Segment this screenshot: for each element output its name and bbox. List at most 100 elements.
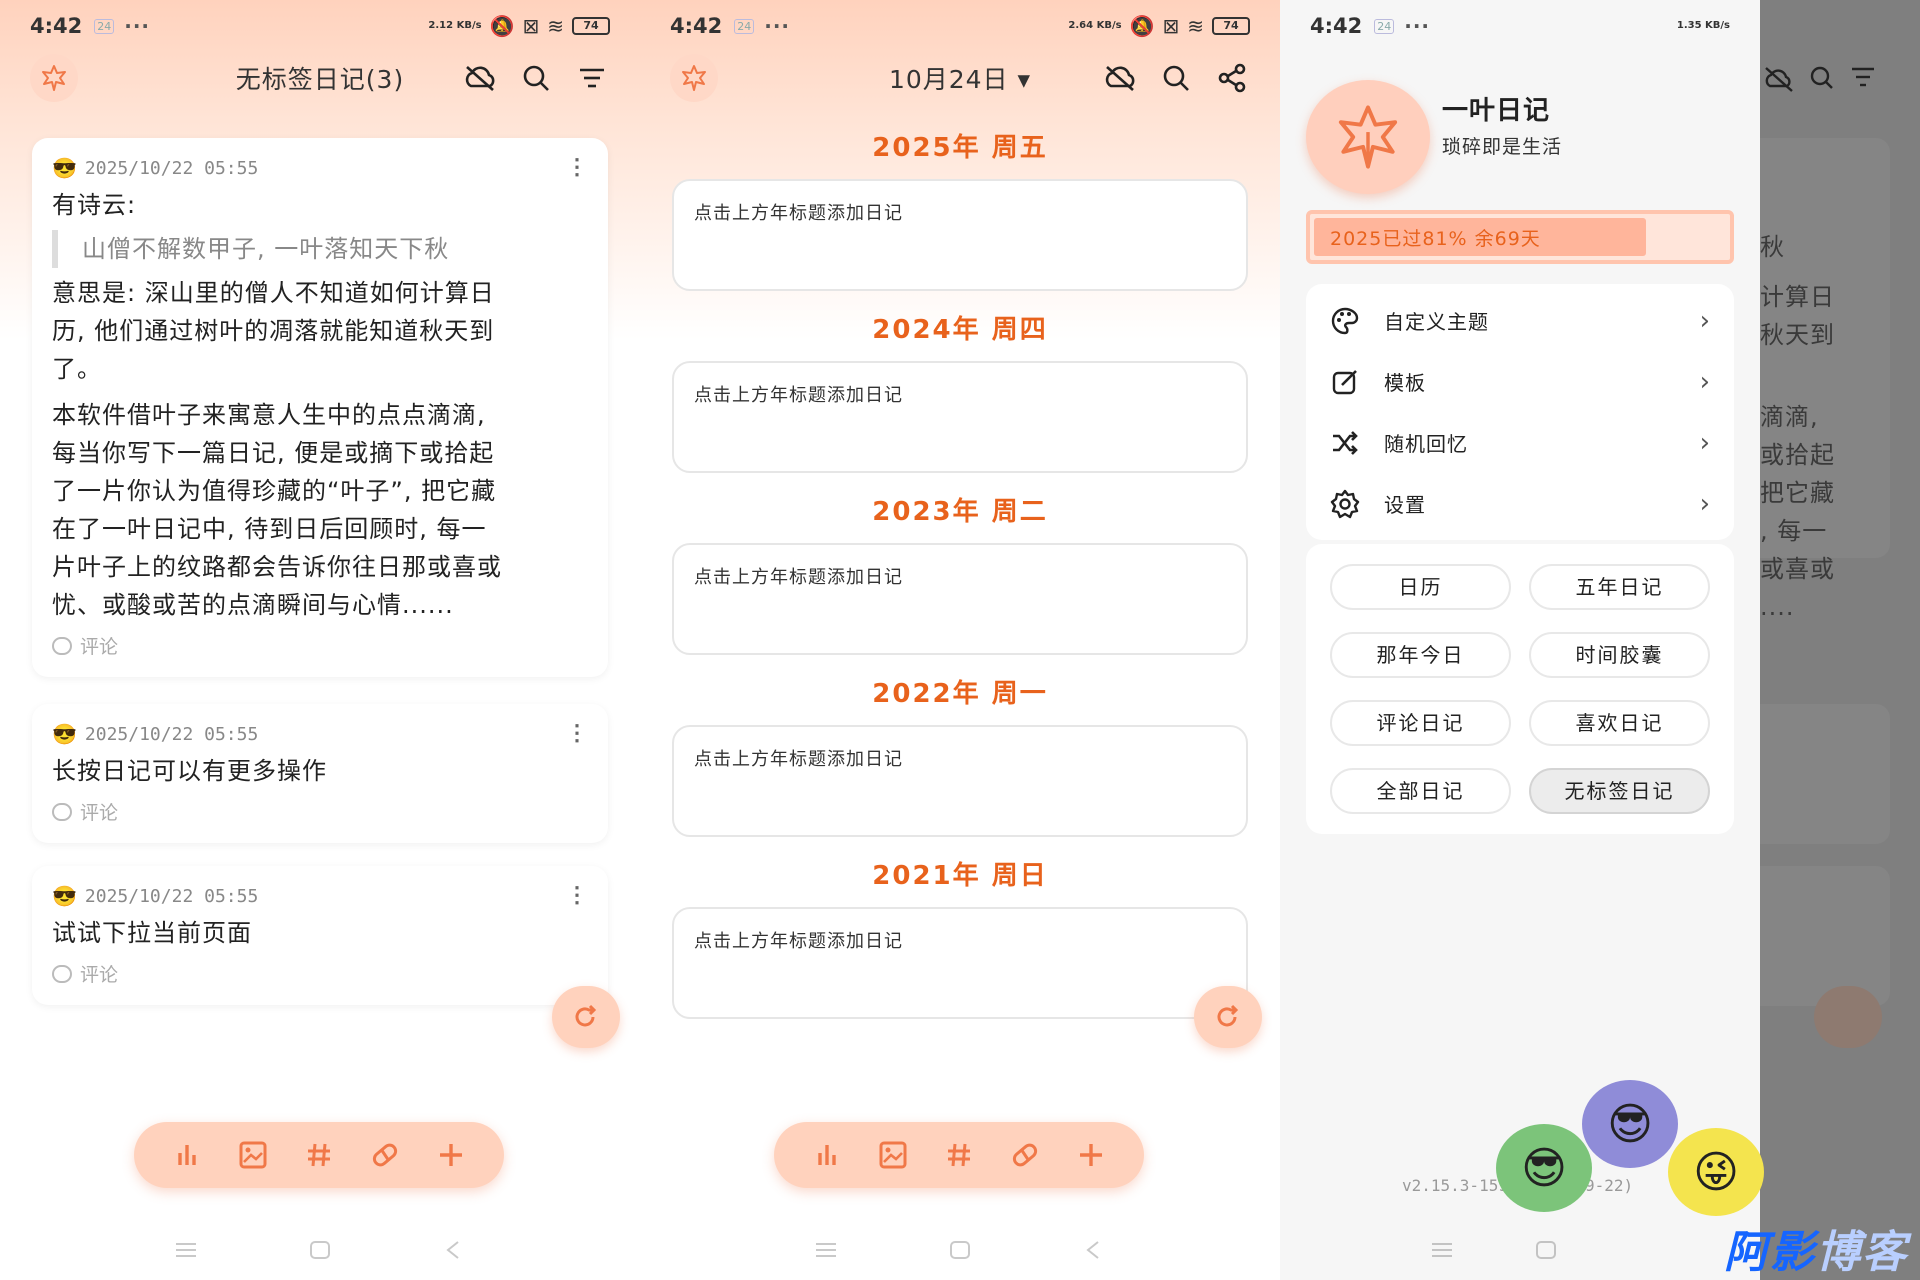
year-title[interactable]: 2025年 周五 bbox=[640, 127, 1280, 164]
background-card bbox=[1760, 704, 1890, 844]
menu-nav-icon[interactable] bbox=[174, 1240, 198, 1260]
menu-nav-icon[interactable] bbox=[814, 1240, 838, 1260]
year-title[interactable]: 2022年 周一 bbox=[640, 673, 1280, 710]
menu-item-label: 模板 bbox=[1384, 371, 1426, 395]
year-title[interactable]: 2024年 周四 bbox=[640, 309, 1280, 346]
year-entry-box[interactable]: 点击上方年标题添加日记 bbox=[672, 179, 1248, 291]
leaf-logo-icon[interactable] bbox=[30, 54, 78, 102]
mute-icon: 🔕 bbox=[489, 14, 515, 38]
leaf-logo-icon[interactable] bbox=[670, 54, 718, 102]
cool-face-icon: 😎 bbox=[52, 884, 77, 908]
comment-label: 评论 bbox=[80, 802, 119, 824]
more-vert-icon[interactable]: ⋮ bbox=[566, 157, 588, 179]
more-notifications-icon: ··· bbox=[1404, 14, 1431, 38]
chip-commented-diaries[interactable]: 评论日记 bbox=[1330, 700, 1511, 746]
menu-item-random-memory[interactable]: 随机回忆 › bbox=[1306, 412, 1734, 473]
menu-item-custom-theme[interactable]: 自定义主题 › bbox=[1306, 290, 1734, 351]
year-title[interactable]: 2021年 周日 bbox=[640, 855, 1280, 892]
system-nav-bar bbox=[0, 1240, 640, 1260]
year-entry-box[interactable]: 点击上方年标题添加日记 bbox=[672, 907, 1248, 1019]
mute-icon: 🔕 bbox=[1129, 14, 1155, 38]
comment-button[interactable]: 评论 bbox=[52, 798, 588, 825]
pill-icon[interactable] bbox=[367, 1137, 403, 1173]
battery-icon: 74 bbox=[572, 17, 610, 35]
diary-card[interactable]: 😎 2025/10/22 05:55 ⋮ 试试下拉当前页面 评论 bbox=[32, 866, 608, 1005]
network-speed: 2.64 KB/s bbox=[1068, 20, 1122, 31]
emoji-bubble-sunglasses[interactable]: 😎 bbox=[1582, 1080, 1678, 1168]
menu-nav-icon[interactable] bbox=[1430, 1240, 1454, 1260]
system-nav-bar bbox=[640, 1240, 1280, 1260]
image-icon[interactable] bbox=[875, 1137, 911, 1173]
wifi-icon: ≋ bbox=[1187, 14, 1204, 38]
chip-all-diaries[interactable]: 全部日记 bbox=[1330, 768, 1511, 814]
no-sim-icon: ⊠ bbox=[1162, 14, 1180, 38]
filter-icon[interactable] bbox=[574, 60, 610, 96]
network-speed: 1.35 KB/s bbox=[1676, 20, 1730, 31]
back-nav-icon[interactable] bbox=[1082, 1240, 1106, 1260]
chip-five-year-diary[interactable]: 五年日记 bbox=[1529, 564, 1710, 610]
image-icon[interactable] bbox=[235, 1137, 271, 1173]
menu-item-settings[interactable]: 设置 › bbox=[1306, 473, 1734, 534]
scrim-overlay[interactable]: 秋 计算日 秋天到 滴滴, 或拾起 把它藏 , 每一 或喜或 .... bbox=[1760, 0, 1920, 1280]
leaf-logo-icon bbox=[1338, 105, 1398, 169]
diary-text: 长按日记可以有更多操作 bbox=[52, 757, 327, 785]
chip-on-this-day[interactable]: 那年今日 bbox=[1330, 632, 1511, 678]
comment-icon bbox=[52, 802, 72, 821]
search-icon[interactable] bbox=[518, 60, 554, 96]
chip-untagged-diaries[interactable]: 无标签日记 bbox=[1529, 768, 1710, 814]
comment-button[interactable]: 评论 bbox=[52, 632, 588, 659]
chip-liked-diaries[interactable]: 喜欢日记 bbox=[1529, 700, 1710, 746]
chevron-right-icon: › bbox=[1699, 305, 1710, 336]
search-icon[interactable] bbox=[1158, 60, 1194, 96]
battery-icon: 74 bbox=[1212, 17, 1250, 35]
palette-icon bbox=[1331, 307, 1359, 334]
cloud-off-icon[interactable] bbox=[1102, 60, 1138, 96]
menu-item-template[interactable]: 模板 › bbox=[1306, 351, 1734, 412]
diary-date: 2025/10/22 05:55 bbox=[84, 885, 259, 907]
home-nav-icon[interactable] bbox=[308, 1240, 332, 1260]
diary-text: 每当你写下一篇日记, 便是或摘下或拾起 bbox=[52, 439, 495, 467]
stats-icon[interactable] bbox=[809, 1137, 845, 1173]
back-nav-icon[interactable] bbox=[442, 1240, 466, 1260]
chip-time-capsule[interactable]: 时间胶囊 bbox=[1529, 632, 1710, 678]
cloud-off-icon[interactable] bbox=[462, 60, 498, 96]
redo-button[interactable] bbox=[552, 986, 620, 1048]
quick-links: 日历 五年日记 那年今日 时间胶囊 评论日记 喜欢日记 全部日记 无标签日记 bbox=[1306, 544, 1734, 834]
diary-text: 本软件借叶子来寓意人生中的点点滴滴, bbox=[52, 401, 486, 429]
year-entry-box[interactable]: 点击上方年标题添加日记 bbox=[672, 725, 1248, 837]
diary-card[interactable]: 😎 2025/10/22 05:55 ⋮ 有诗云: 山僧不解数甲子, 一叶落知天… bbox=[32, 138, 608, 677]
home-nav-icon[interactable] bbox=[1534, 1240, 1558, 1260]
status-time: 4:42 bbox=[1310, 14, 1363, 38]
comment-button[interactable]: 评论 bbox=[52, 960, 588, 987]
profile-avatar[interactable] bbox=[1306, 80, 1430, 194]
add-icon[interactable] bbox=[1073, 1137, 1109, 1173]
year-entry-box[interactable]: 点击上方年标题添加日记 bbox=[672, 543, 1248, 655]
status-time: 4:42 bbox=[670, 14, 723, 38]
more-notifications-icon: ··· bbox=[124, 14, 151, 38]
date-dropdown[interactable]: 10月24日 ▾ bbox=[889, 65, 1031, 94]
redo-button[interactable] bbox=[1194, 986, 1262, 1048]
stats-icon[interactable] bbox=[169, 1137, 205, 1173]
emoji-bubble-cool[interactable]: 😎 bbox=[1496, 1124, 1592, 1212]
hashtag-icon[interactable] bbox=[941, 1137, 977, 1173]
chip-calendar[interactable]: 日历 bbox=[1330, 564, 1511, 610]
home-nav-icon[interactable] bbox=[948, 1240, 972, 1260]
background-text: 或拾起 bbox=[1760, 441, 1835, 469]
hashtag-icon[interactable] bbox=[301, 1137, 337, 1173]
background-text: 把它藏 bbox=[1760, 479, 1835, 507]
comment-label: 评论 bbox=[80, 636, 119, 658]
chevron-right-icon: › bbox=[1699, 427, 1710, 458]
status-bar: 4:42 24 ··· 2.64 KB/s 🔕 ⊠ ≋ 74 bbox=[640, 0, 1280, 52]
more-vert-icon[interactable]: ⋮ bbox=[566, 723, 588, 745]
share-icon[interactable] bbox=[1214, 60, 1250, 96]
emoji-bubble-wink[interactable]: 😜 bbox=[1668, 1128, 1764, 1216]
diary-text: 意思是: 深山里的僧人不知道如何计算日 bbox=[52, 279, 495, 307]
pill-icon[interactable] bbox=[1007, 1137, 1043, 1173]
year-title[interactable]: 2023年 周二 bbox=[640, 491, 1280, 528]
add-icon[interactable] bbox=[433, 1137, 469, 1173]
more-vert-icon[interactable]: ⋮ bbox=[566, 885, 588, 907]
more-notifications-icon: ··· bbox=[764, 14, 791, 38]
diary-card[interactable]: 😎 2025/10/22 05:55 ⋮ 长按日记可以有更多操作 评论 bbox=[32, 704, 608, 843]
diary-text: 试试下拉当前页面 bbox=[52, 919, 252, 947]
year-entry-box[interactable]: 点击上方年标题添加日记 bbox=[672, 361, 1248, 473]
